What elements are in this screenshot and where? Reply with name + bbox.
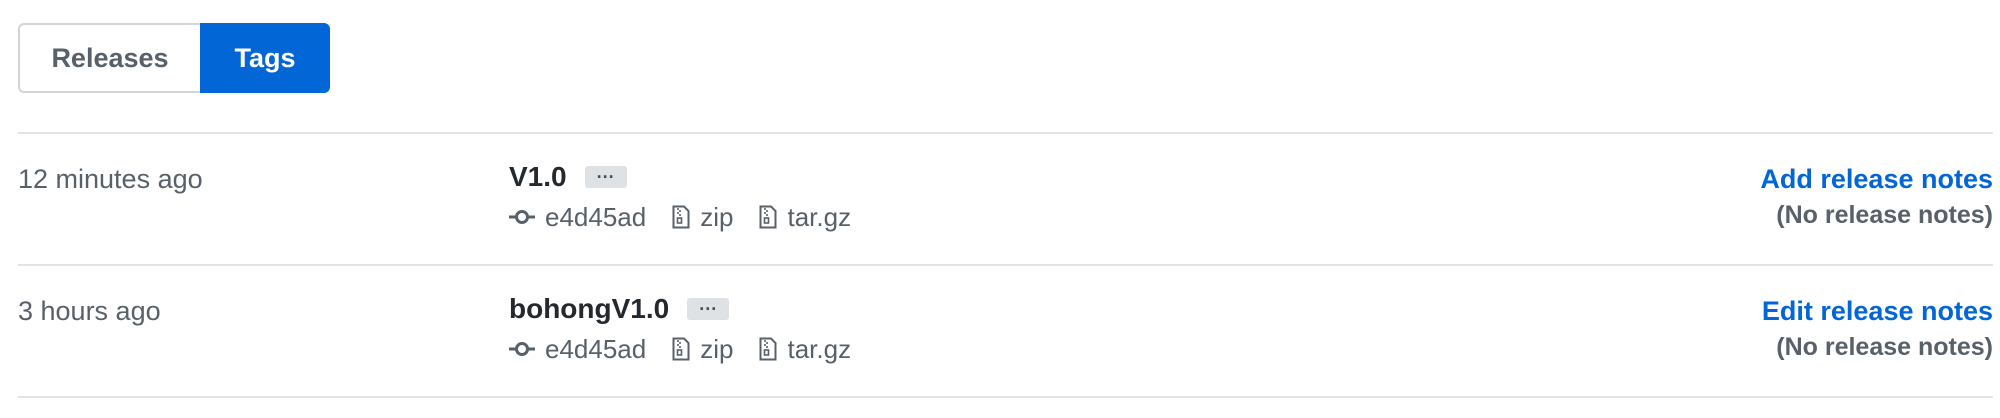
tag-time: 3 hours ago bbox=[18, 296, 161, 326]
commit-link[interactable]: e4d45ad bbox=[509, 202, 646, 233]
tag-title-line: V1.0 ··· bbox=[509, 160, 877, 194]
tag-details: V1.0 ··· e4d45ad zip tar.gz bbox=[509, 160, 877, 234]
download-zip-link[interactable]: zip bbox=[672, 202, 733, 233]
tag-row: 12 minutes ago V1.0 ··· e4d45ad zip tar.… bbox=[18, 134, 1993, 266]
tab-tags[interactable]: Tags bbox=[200, 23, 330, 93]
tag-details: bohongV1.0 ··· e4d45ad zip tar.gz bbox=[509, 292, 877, 366]
tag-list: 12 minutes ago V1.0 ··· e4d45ad zip tar.… bbox=[18, 132, 1993, 398]
file-zip-icon bbox=[672, 337, 690, 361]
zip-label: zip bbox=[700, 201, 734, 232]
download-zip-link[interactable]: zip bbox=[672, 334, 733, 365]
file-zip-icon bbox=[759, 337, 777, 361]
git-commit-icon bbox=[509, 342, 535, 356]
tag-time: 12 minutes ago bbox=[18, 164, 203, 194]
tag-message-toggle-button[interactable]: ··· bbox=[584, 166, 627, 188]
tag-message-toggle-button[interactable]: ··· bbox=[687, 298, 730, 320]
release-notes-status: (No release notes) bbox=[1776, 333, 1993, 361]
git-commit-icon bbox=[509, 210, 535, 224]
edit-release-notes-link[interactable]: Edit release notes bbox=[1762, 296, 1993, 327]
commit-sha: e4d45ad bbox=[545, 333, 647, 364]
targz-label: tar.gz bbox=[787, 333, 852, 364]
file-zip-icon bbox=[672, 205, 690, 229]
tag-meta: e4d45ad zip tar.gz bbox=[509, 200, 877, 234]
tag-name-link[interactable]: bohongV1.0 bbox=[509, 293, 669, 325]
tag-title-line: bohongV1.0 ··· bbox=[509, 292, 877, 326]
release-notes-actions: Add release notes (No release notes) bbox=[1760, 164, 1993, 230]
tag-row: 3 hours ago bohongV1.0 ··· e4d45ad zip t… bbox=[18, 266, 1993, 398]
tag-name-link[interactable]: V1.0 bbox=[509, 161, 567, 193]
download-targz-link[interactable]: tar.gz bbox=[759, 334, 851, 365]
commit-link[interactable]: e4d45ad bbox=[509, 334, 646, 365]
release-notes-status: (No release notes) bbox=[1776, 201, 1993, 229]
tab-releases[interactable]: Releases bbox=[18, 23, 200, 93]
releases-tags-tab-group: Releases Tags bbox=[18, 23, 330, 93]
download-targz-link[interactable]: tar.gz bbox=[759, 202, 851, 233]
release-notes-actions: Edit release notes (No release notes) bbox=[1762, 296, 1993, 362]
zip-label: zip bbox=[700, 333, 734, 364]
commit-sha: e4d45ad bbox=[545, 201, 647, 232]
targz-label: tar.gz bbox=[787, 201, 852, 232]
add-release-notes-link[interactable]: Add release notes bbox=[1760, 164, 1993, 195]
tag-meta: e4d45ad zip tar.gz bbox=[509, 332, 877, 366]
file-zip-icon bbox=[759, 205, 777, 229]
